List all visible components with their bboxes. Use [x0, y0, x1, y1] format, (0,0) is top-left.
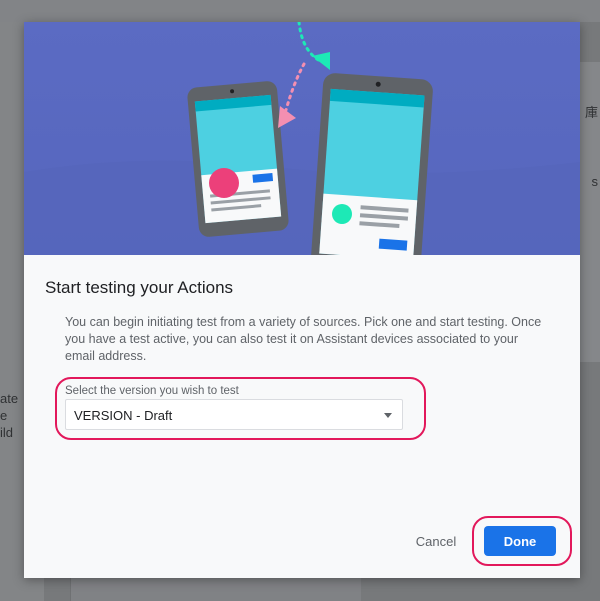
- right-phone: [311, 73, 433, 255]
- background-text-snippet: e: [0, 408, 8, 423]
- dropdown-arrow-icon: [384, 413, 392, 418]
- background-text-snippet: 庫: [584, 105, 598, 120]
- test-dialog: Start testing your Actions You can begin…: [24, 22, 580, 578]
- dialog-title: Start testing your Actions: [45, 278, 234, 297]
- background-text-snippet: s: [591, 174, 599, 189]
- done-button[interactable]: Done: [484, 526, 556, 556]
- hero-illustration: [24, 22, 580, 255]
- cancel-button[interactable]: Cancel: [406, 528, 466, 554]
- background-text-snippet: ild: [0, 425, 14, 440]
- dialog-description: You can begin initiating test from a var…: [65, 315, 542, 363]
- version-select[interactable]: VERSION - Draft: [65, 399, 403, 430]
- version-select-label: Select the version you wish to test: [65, 385, 239, 397]
- background-text-snippet: ate: [0, 391, 19, 406]
- version-select-value: VERSION - Draft: [74, 408, 173, 423]
- left-phone: [187, 81, 289, 237]
- phones-illustration: [24, 22, 580, 255]
- background-topbar: [0, 0, 600, 22]
